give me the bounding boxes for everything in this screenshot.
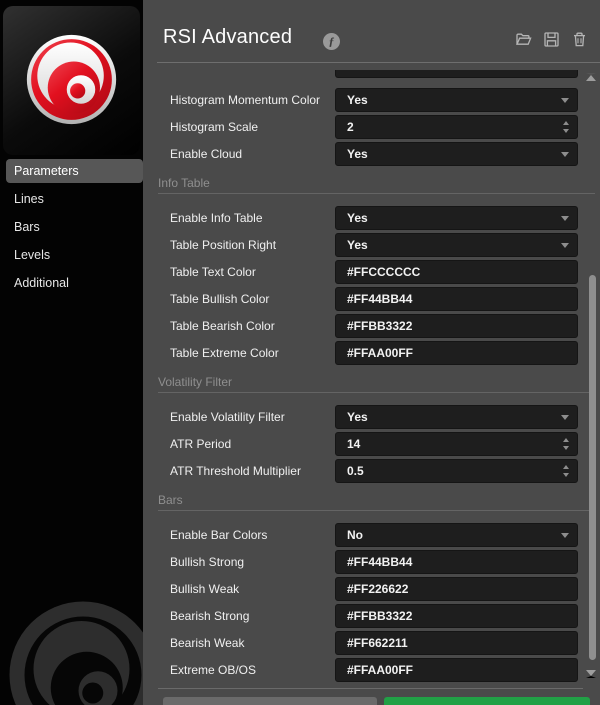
load-template-button[interactable] [515, 31, 532, 48]
color-value-input[interactable] [336, 632, 577, 654]
section-title: Bars [158, 493, 183, 507]
color-value-input[interactable] [336, 315, 577, 337]
dropdown-enable-volatility-filter[interactable]: Yes [335, 405, 578, 429]
chevron-down-icon [561, 152, 569, 157]
triangle-down-icon[interactable] [563, 129, 569, 133]
chevron-down-icon [561, 216, 569, 221]
input-table-text-color[interactable] [335, 260, 578, 284]
dropdown-value: Yes [347, 211, 368, 225]
param-row: Table Text Color [158, 260, 595, 284]
dropdown-value: No [347, 528, 363, 542]
color-value-input[interactable] [336, 551, 577, 573]
page-title: RSI Advanced [163, 26, 293, 48]
main-panel: RSI Advanced ƒ Histogram Momentum Color … [143, 0, 600, 705]
color-value-input[interactable] [336, 659, 577, 681]
sidebar-nav: Parameters Lines Bars Levels Additional [0, 159, 143, 299]
parameters-list: Histogram Momentum Color Yes Histogram S… [143, 63, 595, 685]
open-folder-icon [516, 33, 532, 45]
param-row: Table Bearish Color [158, 314, 595, 338]
color-value-input[interactable] [336, 578, 577, 600]
sidebar-item-lines[interactable]: Lines [6, 187, 143, 211]
chevron-down-icon [561, 98, 569, 103]
input-extreme-ob-os[interactable] [335, 658, 578, 682]
param-row: Bullish Weak [158, 577, 595, 601]
section-header-info-table: Info Table [158, 175, 595, 194]
param-row: Enable Cloud Yes [158, 142, 595, 166]
param-row: Table Position Right Yes [158, 233, 595, 257]
ok-button[interactable] [384, 697, 590, 705]
param-row: Table Bullish Color [158, 287, 595, 311]
color-value-input[interactable] [336, 261, 577, 283]
sidebar-item-levels[interactable]: Levels [6, 243, 143, 267]
sidebar-item-bars[interactable]: Bars [6, 215, 143, 239]
triangle-down-icon[interactable] [563, 473, 569, 477]
cancel-button[interactable] [163, 697, 377, 705]
stepper-atr-period[interactable]: 14 [335, 432, 578, 456]
input-table-bearish-color[interactable] [335, 314, 578, 338]
stepper-value: 2 [347, 120, 354, 134]
color-value-input[interactable] [336, 605, 577, 627]
scroll-down-button[interactable] [586, 670, 596, 678]
color-value-input[interactable] [336, 342, 577, 364]
stepper-value: 0.5 [347, 464, 364, 478]
dropdown-enable-info-table[interactable]: Yes [335, 206, 578, 230]
ctrader-logo-tile [3, 6, 140, 155]
param-row: Enable Bar Colors No [158, 523, 595, 547]
section-header-bars: Bars [158, 492, 595, 511]
ctrader-logo-watermark [8, 600, 143, 705]
input-table-extreme-color[interactable] [335, 341, 578, 365]
dropdown-value: Yes [347, 410, 368, 424]
sidebar: Parameters Lines Bars Levels Additional [0, 0, 143, 705]
floppy-save-icon [544, 32, 559, 47]
stepper-histogram-scale[interactable]: 2 [335, 115, 578, 139]
save-template-button[interactable] [543, 31, 560, 48]
dropdown-histogram-momentum-color[interactable]: Yes [335, 88, 578, 112]
dropdown-enable-bar-colors[interactable]: No [335, 523, 578, 547]
section-title: Volatility Filter [158, 375, 233, 389]
triangle-up-icon[interactable] [563, 465, 569, 469]
scroll-up-button[interactable] [586, 73, 596, 81]
chevron-down-icon [561, 243, 569, 248]
sidebar-item-parameters[interactable]: Parameters [6, 159, 143, 183]
param-row: ATR Threshold Multiplier 0.5 [158, 459, 595, 483]
indicator-settings-window: Parameters Lines Bars Levels Additional … [0, 0, 600, 705]
delete-template-button[interactable] [571, 31, 588, 48]
param-row: Bearish Weak [158, 631, 595, 655]
param-row: Extreme OB/OS [158, 658, 595, 682]
param-row: Enable Volatility Filter Yes [158, 405, 595, 429]
input-bearish-strong[interactable] [335, 604, 578, 628]
chevron-down-icon [561, 415, 569, 420]
param-row: Bullish Strong [158, 550, 595, 574]
section-title: Info Table [158, 176, 210, 190]
param-row: Enable Info Table Yes [158, 206, 595, 230]
param-row: Histogram Scale 2 [158, 115, 595, 139]
scrollbar-thumb[interactable] [589, 275, 596, 660]
dropdown-value: Yes [347, 147, 368, 161]
dropdown-value: Yes [347, 93, 368, 107]
triangle-up-icon[interactable] [563, 438, 569, 442]
triangle-down-icon[interactable] [563, 446, 569, 450]
input-table-bullish-color[interactable] [335, 287, 578, 311]
sidebar-item-additional[interactable]: Additional [6, 271, 143, 295]
chevron-down-icon [561, 533, 569, 538]
input-bullish-strong[interactable] [335, 550, 578, 574]
input-bearish-weak[interactable] [335, 631, 578, 655]
ctrader-logo-icon [26, 34, 117, 125]
color-value-input[interactable] [336, 288, 577, 310]
param-row: Histogram Momentum Color Yes [158, 88, 595, 112]
dropdown-value: Yes [347, 238, 368, 252]
dropdown-enable-cloud[interactable]: Yes [335, 142, 578, 166]
dropdown-table-position-right[interactable]: Yes [335, 233, 578, 257]
section-header-volatility-filter: Volatility Filter [158, 374, 595, 393]
param-row: Bearish Strong [158, 604, 595, 628]
param-row: ATR Period 14 [158, 432, 595, 456]
stepper-atr-threshold-multiplier[interactable]: 0.5 [335, 459, 578, 483]
input-bullish-weak[interactable] [335, 577, 578, 601]
stepper-value: 14 [347, 437, 361, 451]
footer-divider [158, 688, 583, 689]
trash-icon [574, 32, 585, 47]
param-row: Table Extreme Color [158, 341, 595, 365]
triangle-up-icon[interactable] [563, 121, 569, 125]
function-f-icon: ƒ [323, 33, 340, 50]
